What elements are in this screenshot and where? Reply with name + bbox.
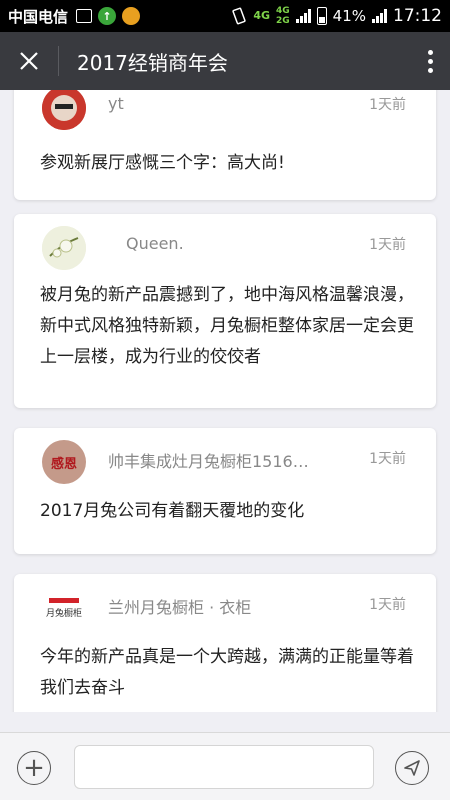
avatar[interactable] bbox=[42, 90, 86, 130]
navigation-bar: 2017经销商年会 bbox=[0, 32, 450, 90]
comment-nickname[interactable]: yt bbox=[108, 94, 124, 113]
battery-icon bbox=[316, 7, 327, 25]
comment-card: Queen. 1天前 被月兔的新产品震撼到了，地中海风格温馨浪漫，新中式风格独特… bbox=[14, 214, 436, 408]
signal-icon bbox=[295, 9, 311, 23]
comment-text: 今年的新产品真是一个大跨越，满满的正能量等着我们去奋斗 bbox=[40, 647, 414, 698]
comment-input[interactable] bbox=[74, 745, 374, 789]
comment-card: 月兔橱柜 兰州月兔橱柜 · 衣柜 1天前 今年的新产品真是一个大跨越，满满的正能… bbox=[14, 574, 436, 712]
page-title: 2017经销商年会 bbox=[77, 50, 228, 75]
avatar[interactable]: 月兔橱柜 bbox=[42, 586, 86, 630]
app-notification-icon bbox=[122, 7, 141, 25]
send-icon bbox=[404, 760, 420, 776]
comment-nickname[interactable]: 兰州月兔橱柜 · 衣柜 bbox=[108, 594, 251, 618]
comment-card: yt 1天前 参观新展厅感慨三个字：高大尚! bbox=[14, 90, 436, 200]
battery-percent: 41% bbox=[332, 7, 366, 25]
brand-logo-icon bbox=[49, 597, 79, 603]
comment-header: 月兔橱柜 兰州月兔橱柜 · 衣柜 1天前 bbox=[14, 574, 436, 634]
more-menu-button[interactable] bbox=[410, 32, 450, 90]
comment-header: yt 1天前 bbox=[14, 90, 436, 136]
upload-app-icon: ↑ bbox=[98, 7, 117, 25]
close-button[interactable] bbox=[0, 32, 58, 90]
more-dot-icon bbox=[427, 49, 433, 55]
comment-list[interactable]: yt 1天前 参观新展厅感慨三个字：高大尚! Queen. 1天前 被月兔的新产… bbox=[0, 90, 450, 712]
close-icon bbox=[20, 52, 38, 70]
image-icon bbox=[76, 9, 93, 23]
more-dot-icon bbox=[427, 58, 433, 64]
comment-nickname[interactable]: Queen. bbox=[126, 234, 184, 253]
clock: 17:12 bbox=[393, 6, 442, 26]
status-right: 4G 4G 2G 41% 17:12 bbox=[231, 6, 442, 26]
comment-card: 感恩 帅丰集成灶月兔橱柜1516… 1天前 2017月兔公司有着翻天覆地的变化 bbox=[14, 428, 436, 554]
network-type-label: 4G bbox=[253, 9, 270, 22]
avatar-text: 月兔橱柜 bbox=[45, 608, 82, 619]
comment-header: 感恩 帅丰集成灶月兔橱柜1516… 1天前 bbox=[14, 428, 436, 488]
avatar-text: 感恩 bbox=[50, 456, 77, 472]
vibrate-icon bbox=[232, 7, 246, 25]
nav-divider bbox=[58, 46, 59, 76]
comment-text: 被月兔的新产品震撼到了，地中海风格温馨浪漫，新中式风格独特新颖，月兔橱柜整体家居… bbox=[40, 285, 414, 367]
dual-network-label: 4G 2G bbox=[276, 6, 290, 26]
comment-composer: + bbox=[0, 732, 450, 800]
avatar[interactable] bbox=[42, 226, 86, 270]
add-button[interactable]: + bbox=[17, 751, 51, 785]
comment-nickname[interactable]: 帅丰集成灶月兔橱柜1516… bbox=[108, 448, 309, 472]
comment-header: Queen. 1天前 bbox=[14, 214, 436, 274]
flower-avatar-icon bbox=[42, 226, 86, 270]
comment-time: 1天前 bbox=[369, 237, 406, 253]
carrier-name: 中国电信 bbox=[8, 7, 69, 26]
comment-time: 1天前 bbox=[369, 597, 406, 613]
notification-icons: ↑ bbox=[76, 7, 141, 25]
send-button[interactable] bbox=[395, 751, 429, 785]
more-dot-icon bbox=[427, 67, 433, 73]
avatar[interactable]: 感恩 bbox=[42, 440, 86, 484]
user-avatar-icon bbox=[42, 90, 86, 130]
plus-icon: + bbox=[23, 753, 45, 783]
signal-icon-2 bbox=[372, 9, 387, 23]
comment-text: 参观新展厅感慨三个字：高大尚! bbox=[40, 153, 285, 173]
comment-time: 1天前 bbox=[369, 451, 406, 467]
comment-time: 1天前 bbox=[369, 97, 406, 113]
status-bar: 中国电信 ↑ 4G 4G 2G 41% 17:12 bbox=[0, 0, 450, 32]
comment-text: 2017月兔公司有着翻天覆地的变化 bbox=[40, 501, 305, 521]
